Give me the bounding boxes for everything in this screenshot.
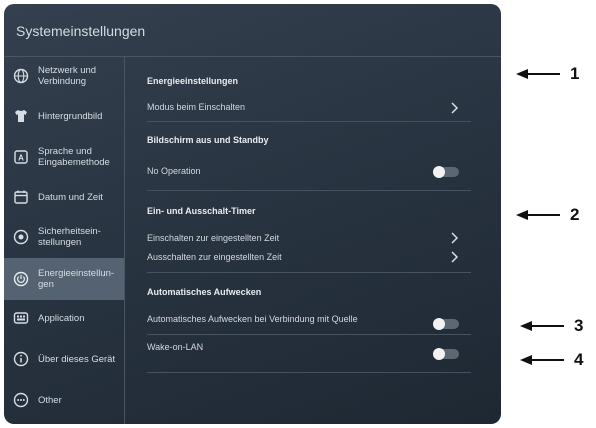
divider <box>147 121 471 122</box>
sidebar-item-network[interactable]: Netzwerk und Verbindung <box>4 62 124 90</box>
settings-window: Systemeinstellungen Netzwerk und Verbind… <box>4 4 501 424</box>
info-icon <box>13 351 29 367</box>
keyboard-a-icon: A <box>13 149 29 165</box>
sidebar-item-label: Datum und Zeit <box>38 191 103 203</box>
sidebar-item-label: Sicherheitsein-stellungen <box>38 226 101 248</box>
energy-settings-panel: Energieeinstellungen Modus beim Einschal… <box>125 57 501 424</box>
no-operation-toggle[interactable] <box>433 166 459 178</box>
svg-text:A: A <box>18 154 24 163</box>
sidebar-item-label: Hintergrundbild <box>38 110 103 122</box>
chevron-right-icon[interactable] <box>449 101 459 115</box>
toggle-knob <box>433 318 445 330</box>
toggle-knob <box>433 166 445 178</box>
security-icon <box>13 229 29 245</box>
arrow-left-icon <box>516 69 560 79</box>
sidebar-item-about[interactable]: Über dieses Gerät <box>4 345 124 373</box>
sidebar-item-wallpaper[interactable]: Hintergrundbild <box>4 102 124 130</box>
section-heading-wake: Automatisches Aufwecken <box>147 287 262 297</box>
callout-1: 1 <box>514 64 579 84</box>
sidebar-item-security[interactable]: Sicherheitsein-stellungen <box>4 223 124 251</box>
no-operation-label: No Operation <box>147 166 201 176</box>
app-grid-icon <box>13 310 29 326</box>
globe-icon <box>13 68 29 84</box>
sidebar-item-energy[interactable]: Energieeinstellun-gen <box>4 258 124 300</box>
power-on-mode-row[interactable]: Modus beim Einschalten <box>147 102 471 112</box>
more-icon <box>13 392 29 408</box>
wake-source-row[interactable]: Automatisches Aufwecken bei Verbindung m… <box>147 314 471 324</box>
divider <box>147 334 471 335</box>
power-icon <box>13 271 29 287</box>
calendar-icon <box>13 189 29 205</box>
sidebar-item-other[interactable]: Other <box>4 386 124 414</box>
wake-source-label: Automatisches Aufwecken bei Verbindung m… <box>147 314 358 324</box>
arrow-left-icon <box>516 210 560 220</box>
off-timer-row[interactable]: Ausschalten zur eingestellten Zeit <box>147 252 471 262</box>
callout-number: 4 <box>574 350 584 369</box>
arrow-left-icon <box>520 321 564 331</box>
toggle-knob <box>433 348 445 360</box>
chevron-right-icon[interactable] <box>449 250 459 264</box>
wake-source-toggle[interactable] <box>433 318 459 330</box>
power-on-mode-label: Modus beim Einschalten <box>147 102 246 112</box>
sidebar-item-label: Energieeinstellun-gen <box>38 268 115 290</box>
window-title: Systemeinstellungen <box>16 23 146 39</box>
callout-2: 2 <box>514 205 579 225</box>
sidebar-item-label: Application <box>38 312 85 324</box>
sidebar-item-label: Über dieses Gerät <box>38 353 116 365</box>
divider <box>147 272 471 273</box>
no-operation-row[interactable]: No Operation <box>147 166 471 176</box>
shirt-icon <box>13 108 29 124</box>
callout-number: 1 <box>570 64 580 83</box>
callout-number: 3 <box>574 316 584 335</box>
callout-3: 3 <box>518 316 583 336</box>
on-timer-row[interactable]: Einschalten zur eingestellten Zeit <box>147 233 471 243</box>
off-timer-label: Ausschalten zur eingestellten Zeit <box>147 252 282 262</box>
sidebar-item-label: Netzwerk und Verbindung <box>38 65 97 87</box>
sidebar-item-datetime[interactable]: Datum und Zeit <box>4 183 124 211</box>
wake-on-lan-row[interactable]: Wake-on-LAN <box>147 342 471 352</box>
divider <box>147 190 471 191</box>
on-timer-label: Einschalten zur eingestellten Zeit <box>147 233 280 243</box>
sidebar-item-language[interactable]: A Sprache und Eingabemethode <box>4 143 124 171</box>
chevron-right-icon[interactable] <box>449 231 459 245</box>
divider <box>147 372 471 373</box>
wake-on-lan-toggle[interactable] <box>433 348 459 360</box>
sidebar-item-label: Other <box>38 394 62 406</box>
arrow-left-icon <box>520 355 564 365</box>
section-heading-energy: Energieeinstellungen <box>147 76 239 86</box>
callout-number: 2 <box>570 205 580 224</box>
wake-on-lan-label: Wake-on-LAN <box>147 342 204 352</box>
callout-4: 4 <box>518 350 583 370</box>
section-heading-screen: Bildschirm aus und Standby <box>147 135 269 145</box>
section-heading-timer: Ein- und Ausschalt-Timer <box>147 206 256 216</box>
sidebar-item-label: Sprache und Eingabemethode <box>38 146 110 168</box>
sidebar-item-application[interactable]: Application <box>4 304 124 332</box>
